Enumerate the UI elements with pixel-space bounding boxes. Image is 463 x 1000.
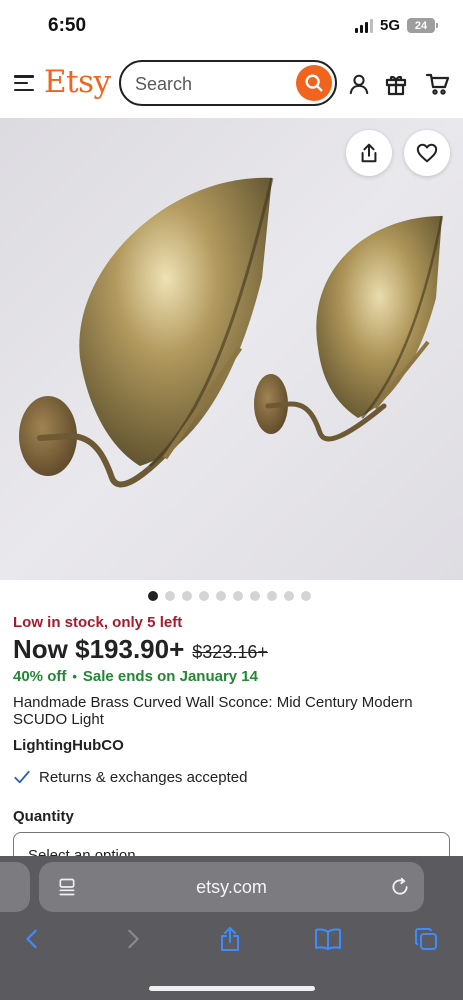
search-box[interactable] bbox=[119, 60, 337, 106]
carousel-dot[interactable] bbox=[182, 591, 192, 601]
favorite-button[interactable] bbox=[404, 130, 450, 176]
heart-icon bbox=[416, 143, 438, 163]
browser-toolbar: etsy.com bbox=[0, 856, 463, 1000]
quantity-label: Quantity bbox=[13, 808, 74, 825]
current-price: Now $193.90+ bbox=[13, 634, 185, 664]
user-icon bbox=[349, 74, 369, 95]
address-bar[interactable]: etsy.com bbox=[39, 862, 424, 912]
gift-button[interactable] bbox=[384, 72, 408, 96]
share-button[interactable] bbox=[346, 130, 392, 176]
carousel-dot[interactable] bbox=[267, 591, 277, 601]
carousel-indicator[interactable] bbox=[0, 591, 463, 601]
stock-status: Low in stock, only 5 left bbox=[13, 614, 183, 631]
menu-icon[interactable] bbox=[14, 75, 34, 91]
account-button[interactable] bbox=[347, 72, 371, 96]
gift-icon bbox=[385, 75, 407, 96]
tabs-button[interactable] bbox=[411, 924, 441, 954]
cart-icon bbox=[426, 73, 450, 95]
status-time: 6:50 bbox=[48, 15, 87, 36]
product-image-gallery[interactable] bbox=[0, 118, 463, 580]
carousel-dot[interactable] bbox=[233, 591, 243, 601]
carousel-dot[interactable] bbox=[199, 591, 209, 601]
separator: • bbox=[72, 669, 77, 684]
product-title: Handmade Brass Curved Wall Sconce: Mid C… bbox=[13, 694, 413, 728]
shop-name-link[interactable]: LightingHubCO bbox=[13, 737, 124, 754]
price-row: Now $193.90+ $323.16+ bbox=[13, 634, 268, 665]
status-bar: 6:50 5G 24 bbox=[0, 0, 463, 52]
returns-policy: Returns & exchanges accepted bbox=[13, 768, 247, 786]
share-icon bbox=[361, 143, 377, 163]
search-icon bbox=[305, 74, 323, 92]
carousel-dot[interactable] bbox=[301, 591, 311, 601]
original-price: $323.16+ bbox=[192, 642, 268, 662]
carousel-dot[interactable] bbox=[148, 591, 158, 601]
chevron-left-icon bbox=[26, 929, 37, 949]
book-icon bbox=[315, 928, 341, 950]
sale-end-date: Sale ends on January 14 bbox=[82, 668, 258, 685]
product-photo bbox=[0, 118, 463, 580]
discount-badge: 40% off bbox=[13, 668, 67, 685]
carousel-dot[interactable] bbox=[284, 591, 294, 601]
sale-info: 40% off • Sale ends on January 14 bbox=[13, 668, 258, 685]
carousel-dot[interactable] bbox=[250, 591, 260, 601]
cart-button[interactable] bbox=[426, 72, 450, 96]
bookmarks-button[interactable] bbox=[313, 924, 343, 954]
etsy-logo[interactable]: Etsy bbox=[44, 64, 111, 100]
browser-share-button[interactable] bbox=[215, 924, 245, 954]
search-input[interactable] bbox=[135, 72, 285, 96]
previous-tab[interactable] bbox=[0, 862, 30, 912]
site-header: Etsy bbox=[0, 52, 463, 114]
network-label: 5G bbox=[379, 17, 400, 34]
returns-text: Returns & exchanges accepted bbox=[39, 768, 248, 786]
carousel-dot[interactable] bbox=[216, 591, 226, 601]
checkmark-icon bbox=[14, 770, 30, 784]
chevron-right-icon bbox=[128, 929, 139, 949]
home-indicator[interactable] bbox=[149, 986, 315, 991]
share-icon bbox=[221, 927, 239, 951]
reload-button[interactable] bbox=[388, 875, 412, 899]
url-text[interactable]: etsy.com bbox=[39, 877, 424, 898]
tabs-icon bbox=[415, 928, 437, 950]
reload-icon bbox=[392, 877, 408, 895]
search-button[interactable] bbox=[296, 65, 332, 101]
battery-icon: 24 bbox=[407, 18, 438, 33]
signal-icon bbox=[354, 18, 373, 33]
carousel-dot[interactable] bbox=[165, 591, 175, 601]
forward-button[interactable] bbox=[118, 924, 148, 954]
battery-level: 24 bbox=[414, 19, 428, 32]
back-button[interactable] bbox=[17, 924, 47, 954]
status-indicators: 5G 24 bbox=[354, 17, 438, 34]
